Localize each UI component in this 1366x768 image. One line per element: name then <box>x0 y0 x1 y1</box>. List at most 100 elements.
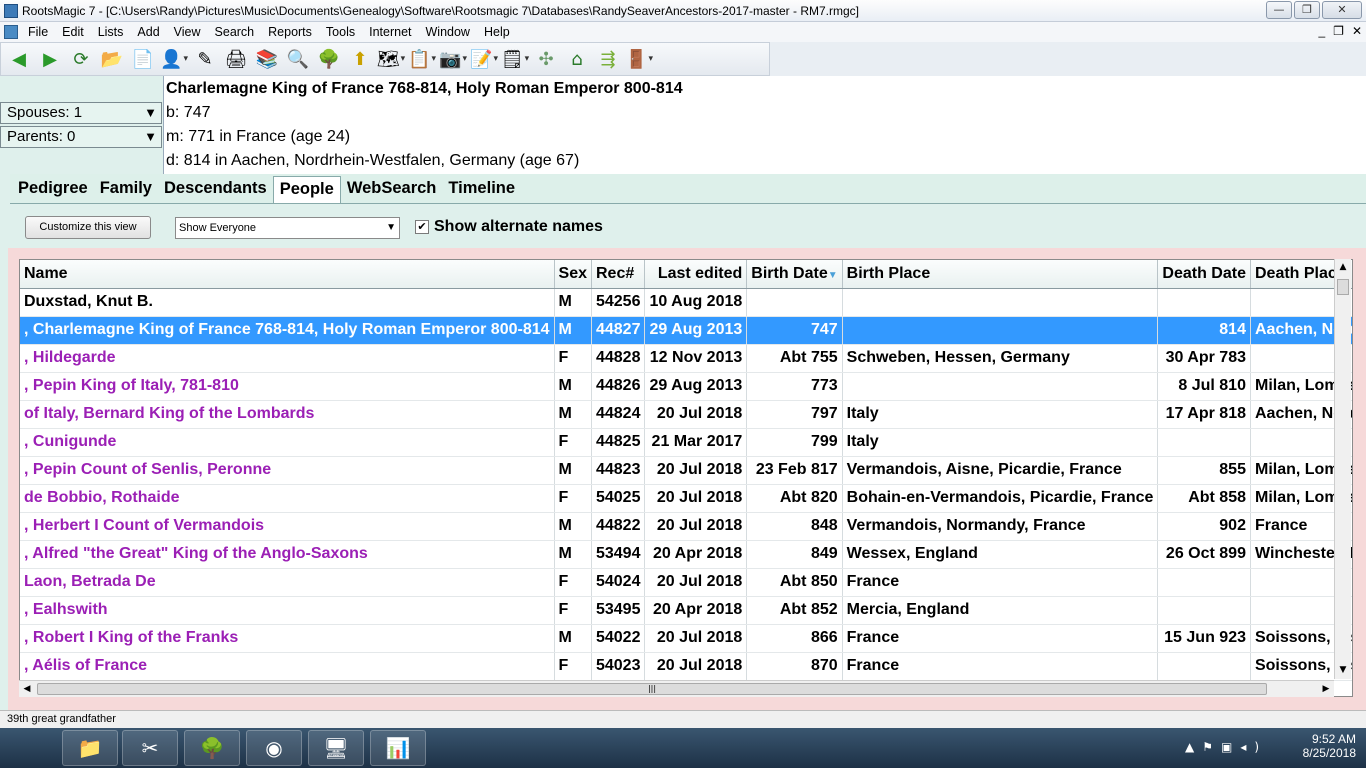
chrome-icon[interactable]: ◉ <box>246 730 302 766</box>
scroll-down-icon[interactable]: ▼ <box>1335 662 1351 679</box>
scroll-up-icon[interactable]: ▲ <box>1335 259 1351 276</box>
table-row[interactable]: , Cunigunde F 44825 21 Mar 2017 799 Italy <box>20 428 1352 457</box>
system-tray-icons[interactable]: ▲⚑▣◂) <box>1185 740 1267 754</box>
col-name[interactable]: Name <box>20 260 555 289</box>
table-cell: F <box>554 652 592 681</box>
table-cell: 797 <box>746 400 843 429</box>
minimize-button[interactable]: — <box>1266 1 1292 19</box>
table-row[interactable]: , Robert I King of the Franks M 54022 20 Ju… <box>20 624 1352 653</box>
tab-websearch[interactable]: WebSearch <box>341 176 443 204</box>
menu-search[interactable]: Search <box>209 25 263 39</box>
table-row[interactable]: , Pepin Count of Senlis, Peronne M 44823 20… <box>20 456 1352 485</box>
remote-desktop-icon[interactable]: 🖥 <box>308 730 364 766</box>
customize-view-button[interactable]: Customize this view <box>25 216 151 239</box>
close-button[interactable]: ✕ <box>1322 1 1362 19</box>
tree-icon[interactable]: 🌳 <box>315 45 343 73</box>
mdi-close-button[interactable]: ✕ <box>1352 24 1362 38</box>
col-death-date[interactable]: Death Date <box>1157 260 1251 289</box>
report-icon[interactable]: 📋 <box>408 45 436 73</box>
tools-icon[interactable]: ⇶ <box>594 45 622 73</box>
table-cell: 855 <box>1157 456 1251 485</box>
menu-lists[interactable]: Lists <box>92 25 132 39</box>
home-icon[interactable]: ⌂ <box>563 45 591 73</box>
presentation-icon[interactable]: 📊 <box>370 730 426 766</box>
show-alternate-names-checkbox[interactable]: ✔ <box>415 220 429 234</box>
menu-window[interactable]: Window <box>420 25 478 39</box>
tab-descendants[interactable]: Descendants <box>158 176 273 204</box>
tab-timeline[interactable]: Timeline <box>442 176 521 204</box>
table-cell: Abt 850 <box>746 568 843 597</box>
note-icon[interactable]: 🗒 <box>501 45 529 73</box>
map-icon[interactable]: 🗺 <box>377 45 405 73</box>
table-row[interactable]: , Charlemagne King of France 768-814, Ho… <box>20 316 1352 345</box>
menu-help[interactable]: Help <box>478 25 518 39</box>
table-row[interactable]: Duxstad, Knut B. M 54256 10 Aug 2018 <box>20 288 1352 317</box>
table-cell: Vermandois, Aisne, Picardie, France <box>842 456 1159 485</box>
forward-icon[interactable]: ▶ <box>36 45 64 73</box>
media-icon[interactable]: 📷 <box>439 45 467 73</box>
document-icon[interactable] <box>4 25 18 39</box>
person-marriage: m: 771 in France (age 24) <box>166 128 351 145</box>
table-row[interactable]: de Bobbio, Rothaide F 54025 20 Jul 2018 Abt … <box>20 484 1352 513</box>
menu-view[interactable]: View <box>168 25 209 39</box>
hscroll-thumb[interactable]: ||| <box>37 683 1267 695</box>
menu-add[interactable]: Add <box>131 25 167 39</box>
exit-icon[interactable]: 🚪 <box>625 45 653 73</box>
edit-person-icon[interactable]: ✎ <box>191 45 219 73</box>
maximize-button[interactable]: ❐ <box>1294 1 1320 19</box>
new-file-icon[interactable]: 📄 <box>129 45 157 73</box>
back-icon[interactable]: ◀ <box>5 45 33 73</box>
status-bar: 39th great grandfather <box>0 710 1366 728</box>
table-cell: 20 Jul 2018 <box>644 512 748 541</box>
scroll-left-icon[interactable]: ◀ <box>19 681 35 697</box>
tab-pedigree[interactable]: Pedigree <box>12 176 94 204</box>
signpost-icon[interactable]: ⬆ <box>346 45 374 73</box>
menu-tools[interactable]: Tools <box>320 25 363 39</box>
print-icon[interactable]: 🖨 <box>222 45 250 73</box>
clock[interactable]: 9:52 AM 8/25/2018 <box>1303 732 1356 760</box>
table-row[interactable]: , Hildegarde F 44828 12 Nov 2013 Abt 755 Schw… <box>20 344 1352 373</box>
mdi-restore-button[interactable]: ❐ <box>1333 24 1344 38</box>
table-row[interactable]: Laon, Betrada De F 54024 20 Jul 2018 Abt 850… <box>20 568 1352 597</box>
snipping-tool-icon[interactable]: ✂ <box>122 730 178 766</box>
parents-dropdown[interactable]: Parents: 0 ▼ <box>0 126 162 148</box>
scroll-thumb[interactable] <box>1337 279 1349 295</box>
menu-edit[interactable]: Edit <box>56 25 92 39</box>
col-last-edited[interactable]: Last edited <box>644 260 748 289</box>
menu-internet[interactable]: Internet <box>363 25 419 39</box>
tab-people[interactable]: People <box>272 176 341 204</box>
col-sex[interactable]: Sex <box>554 260 592 289</box>
rootsmagic-icon[interactable]: 🌳 <box>184 730 240 766</box>
show-filter-select[interactable]: Show Everyone ▼ <box>175 217 400 239</box>
open-folder-icon[interactable]: 📂 <box>98 45 126 73</box>
vertical-scrollbar[interactable]: ▲ ▼ <box>1334 259 1351 679</box>
table-row[interactable]: , Herbert I Count of Vermandois M 44822 20 … <box>20 512 1352 541</box>
form-icon[interactable]: 📝 <box>470 45 498 73</box>
horizontal-scrollbar[interactable]: ◀ ||| ▶ <box>19 680 1334 697</box>
add-person-icon[interactable]: 👤 <box>160 45 188 73</box>
spouses-dropdown[interactable]: Spouses: 1 ▼ <box>0 102 162 124</box>
clock-date: 8/25/2018 <box>1302 746 1356 760</box>
col-birth-place[interactable]: Birth Place <box>842 260 1159 289</box>
start-button[interactable] <box>4 730 48 766</box>
table-row[interactable]: , Aélis of France F 54023 20 Jul 2018 870 Fra… <box>20 652 1352 681</box>
tab-family[interactable]: Family <box>94 176 158 204</box>
table-row[interactable]: , Pepin King of Italy, 781-810 M 44826 29 A… <box>20 372 1352 401</box>
table-row[interactable]: , Alfred "the Great" King of the Anglo-S… <box>20 540 1352 569</box>
refresh-icon[interactable]: ⟳ <box>67 45 95 73</box>
col-birth-date[interactable]: Birth Date▼ <box>746 260 843 289</box>
explorer-icon[interactable]: 📁 <box>62 730 118 766</box>
pedigree-icon[interactable]: ✣ <box>532 45 560 73</box>
title-bar: RootsMagic 7 - [C:\Users\Randy\Pictures\… <box>0 0 1366 22</box>
col-rec[interactable]: Rec# <box>591 260 646 289</box>
scroll-right-icon[interactable]: ▶ <box>1318 681 1334 697</box>
table-cell: 44823 <box>591 456 646 485</box>
books-icon[interactable]: 📚 <box>253 45 281 73</box>
menu-reports[interactable]: Reports <box>262 25 320 39</box>
table-row[interactable]: , Ealhswith F 53495 20 Apr 2018 Abt 852 Merci… <box>20 596 1352 625</box>
table-cell: 20 Jul 2018 <box>644 456 748 485</box>
mdi-minimize-button[interactable]: _ <box>1318 24 1325 38</box>
menu-file[interactable]: File <box>22 25 56 39</box>
search-icon[interactable]: 🔍 <box>284 45 312 73</box>
table-row[interactable]: of Italy, Bernard King of the Lombards M 4… <box>20 400 1352 429</box>
